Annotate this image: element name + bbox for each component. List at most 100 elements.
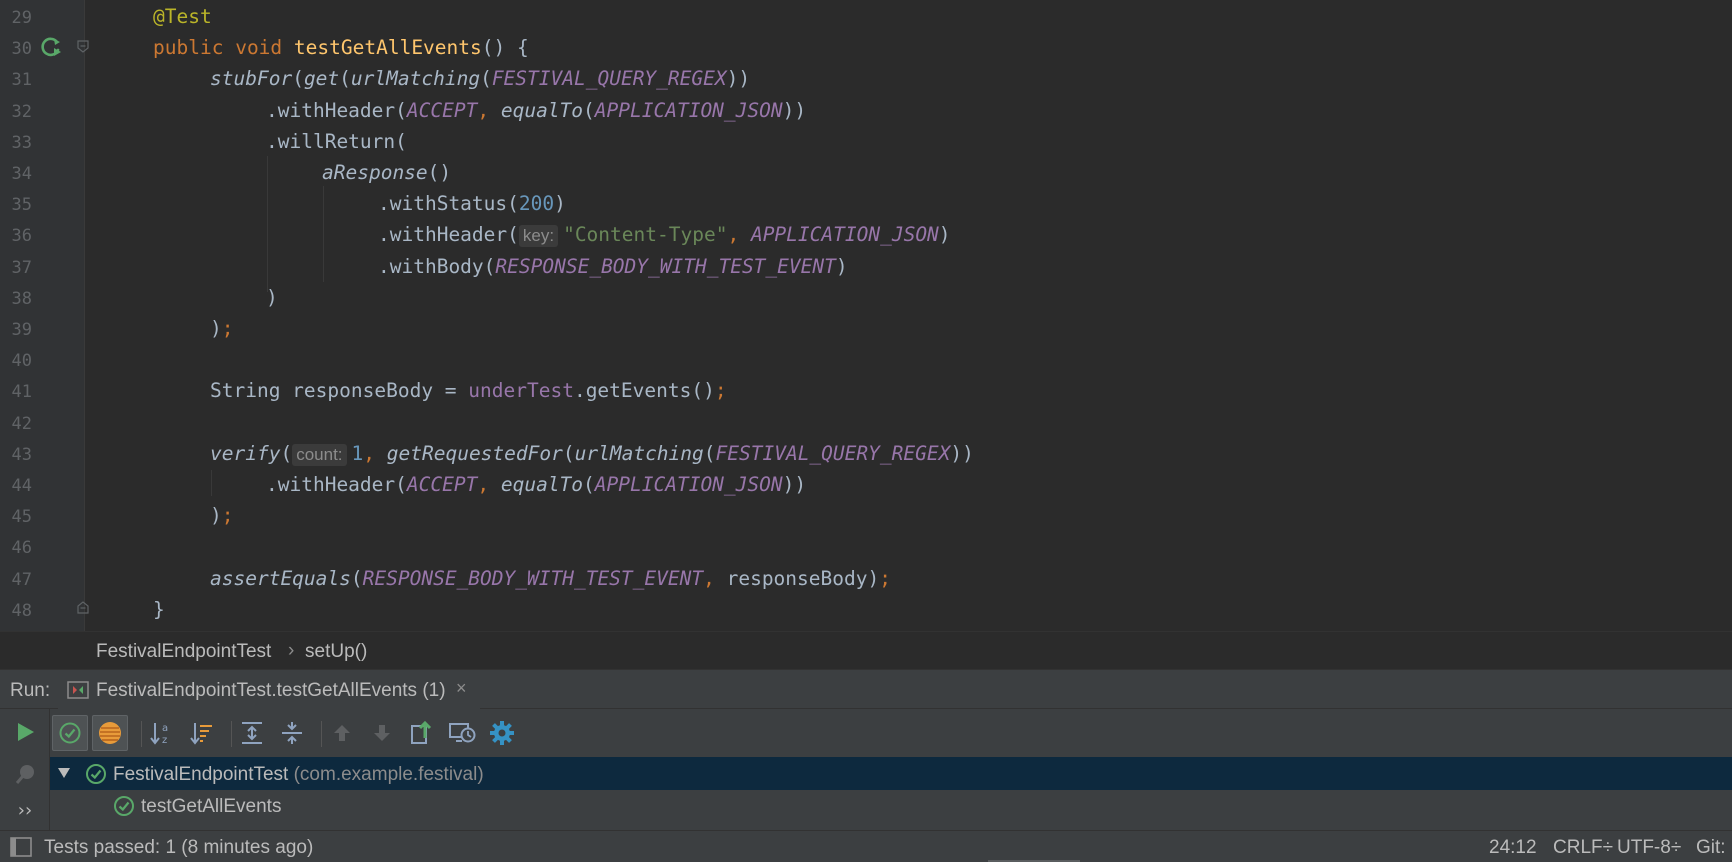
line-separator-selector[interactable]: CRLF÷ bbox=[1553, 837, 1613, 859]
code-token: FESTIVAL_QUERY_REGEX bbox=[491, 67, 727, 91]
rerun-button[interactable] bbox=[8, 715, 42, 749]
code-line[interactable]: ); bbox=[210, 318, 234, 340]
code-token: getRequestedFor bbox=[386, 441, 563, 465]
code-line[interactable]: ) bbox=[266, 285, 278, 309]
code-line[interactable]: } bbox=[153, 597, 165, 621]
code-token: ; bbox=[879, 566, 891, 590]
code-token: equalTo bbox=[500, 473, 584, 496]
settings-button[interactable] bbox=[484, 715, 520, 751]
export-results-button[interactable] bbox=[404, 715, 440, 751]
code-token: ) bbox=[835, 254, 848, 278]
breadcrumb-method[interactable]: setUp() bbox=[305, 641, 367, 663]
code-line[interactable]: .withHeader(key: "Content-Type", APPLICAT… bbox=[378, 223, 951, 248]
code-token: assertEquals bbox=[210, 566, 351, 590]
run-toolbar: a z bbox=[0, 709, 1732, 757]
test-results-tree[interactable]: FestivalEndpointTest (com.example.festiv… bbox=[50, 757, 1732, 830]
code-line[interactable]: .withBody(RESPONSE_BODY_WITH_TEST_EVENT) bbox=[378, 254, 848, 278]
line-number: 31 bbox=[11, 70, 32, 91]
code-token: ( bbox=[480, 67, 492, 91]
editor-gutter bbox=[0, 0, 84, 631]
tool-windows-toggle-icon[interactable] bbox=[10, 837, 32, 857]
code-line[interactable]: public void testGetAllEvents() { bbox=[153, 37, 529, 59]
code-line[interactable]: verify(count: 1, getRequestedFor(urlMatch… bbox=[210, 441, 974, 466]
tree-row-suite[interactable]: FestivalEndpointTest (com.example.festiv… bbox=[50, 757, 1732, 790]
code-line[interactable]: .willReturn( bbox=[266, 130, 407, 153]
line-number: 43 bbox=[11, 444, 32, 465]
expand-arrow-icon[interactable] bbox=[57, 767, 71, 779]
code-token: urlMatching bbox=[350, 67, 481, 91]
code-token: .withHeader( bbox=[266, 98, 407, 122]
encoding-selector[interactable]: UTF-8÷ bbox=[1617, 837, 1681, 859]
show-passed-button[interactable] bbox=[52, 715, 88, 751]
code-token: ACCEPT bbox=[406, 98, 478, 122]
fold-start-icon[interactable] bbox=[76, 40, 90, 54]
show-ignored-button[interactable] bbox=[92, 715, 128, 751]
line-number: 29 bbox=[11, 8, 32, 28]
toolbar-separator bbox=[321, 721, 322, 747]
code-token: .withHeader( bbox=[378, 223, 519, 247]
expand-all-button[interactable] bbox=[234, 715, 270, 751]
toolbar-separator bbox=[141, 721, 142, 747]
line-number: 48 bbox=[11, 600, 32, 621]
breadcrumb-class[interactable]: FestivalEndpointTest bbox=[96, 641, 271, 663]
code-token: .getEvents() bbox=[573, 379, 715, 403]
collapse-all-button[interactable] bbox=[274, 715, 310, 751]
code-line[interactable]: String responseBody = underTest.getEvent… bbox=[210, 380, 727, 402]
pin-tab-button[interactable] bbox=[8, 757, 42, 791]
code-token: verify bbox=[210, 441, 281, 465]
vcs-branch[interactable]: Git: bbox=[1696, 837, 1726, 859]
status-message[interactable]: Tests passed: 1 (8 minutes ago) bbox=[44, 837, 313, 859]
code-line[interactable]: .withStatus(200) bbox=[378, 193, 566, 215]
indent-guide bbox=[267, 156, 268, 292]
collapse-all-icon bbox=[282, 722, 302, 744]
code-line[interactable]: .withHeader(ACCEPT, equalTo(APPLICATION_… bbox=[266, 98, 806, 122]
code-token: 1 bbox=[351, 441, 364, 465]
code-line[interactable]: ); bbox=[210, 505, 234, 527]
code-line[interactable]: @Test bbox=[153, 6, 212, 28]
code-token: ; bbox=[221, 317, 234, 340]
editor-breadcrumb: FestivalEndpointTest › setUp() bbox=[0, 631, 1732, 669]
more-actions-button[interactable]: ›› bbox=[8, 793, 42, 827]
run-test-gutter-icon[interactable] bbox=[40, 35, 64, 59]
sort-duration-icon bbox=[190, 723, 212, 745]
code-editor[interactable]: 29 30 31 32 33 34 35 36 37 38 39 40 41 42 43 44 45 46 47 48… bbox=[0, 0, 1732, 631]
code-token: RESPONSE_BODY_WITH_TEST_EVENT bbox=[495, 254, 836, 278]
parameter-hint: count: bbox=[292, 443, 347, 466]
previous-failed-button[interactable] bbox=[324, 715, 360, 751]
line-number: 42 bbox=[11, 413, 32, 434]
code-line[interactable]: assertEquals(RESPONSE_BODY_WITH_TEST_EVE… bbox=[210, 566, 891, 590]
code-line[interactable]: .withHeader(ACCEPT, equalTo(APPLICATION_… bbox=[266, 474, 806, 496]
code-token: ) bbox=[266, 285, 278, 309]
next-failed-icon bbox=[374, 725, 390, 741]
code-token: ) bbox=[554, 192, 566, 216]
line-number: 37 bbox=[11, 257, 32, 278]
code-token: .withHeader( bbox=[266, 473, 407, 496]
indent-guide bbox=[323, 186, 324, 282]
code-token: equalTo bbox=[500, 98, 584, 122]
breadcrumb-separator: › bbox=[288, 640, 295, 661]
line-number: 35 bbox=[11, 195, 32, 216]
code-token: String responseBody = bbox=[210, 379, 469, 403]
fold-end-icon[interactable] bbox=[76, 600, 90, 614]
tree-row-test[interactable]: testGetAllEvents bbox=[50, 790, 1732, 822]
sort-alphabetically-button[interactable]: a z bbox=[144, 715, 180, 751]
line-number: 41 bbox=[11, 382, 32, 403]
gutter-divider bbox=[84, 0, 85, 631]
code-token: ( bbox=[350, 566, 363, 590]
import-tests-button[interactable] bbox=[444, 715, 480, 751]
line-number: 33 bbox=[11, 132, 32, 153]
code-line[interactable]: aResponse() bbox=[322, 162, 451, 184]
code-token: get bbox=[303, 67, 340, 91]
sort-by-duration-button[interactable] bbox=[184, 715, 220, 751]
run-config-tab[interactable]: FestivalEndpointTest.testGetAllEvents (1… bbox=[58, 670, 480, 709]
svg-text:a: a bbox=[162, 723, 168, 734]
close-tab-icon[interactable]: × bbox=[456, 678, 467, 699]
code-token: APPLICATION_JSON bbox=[594, 98, 783, 122]
code-token: public bbox=[153, 36, 224, 60]
next-failed-button[interactable] bbox=[364, 715, 400, 751]
code-line[interactable]: stubFor(get(urlMatching(FESTIVAL_QUERY_R… bbox=[210, 68, 750, 90]
code-token: } bbox=[153, 597, 165, 621]
caret-position[interactable]: 24:12 bbox=[1489, 837, 1537, 859]
